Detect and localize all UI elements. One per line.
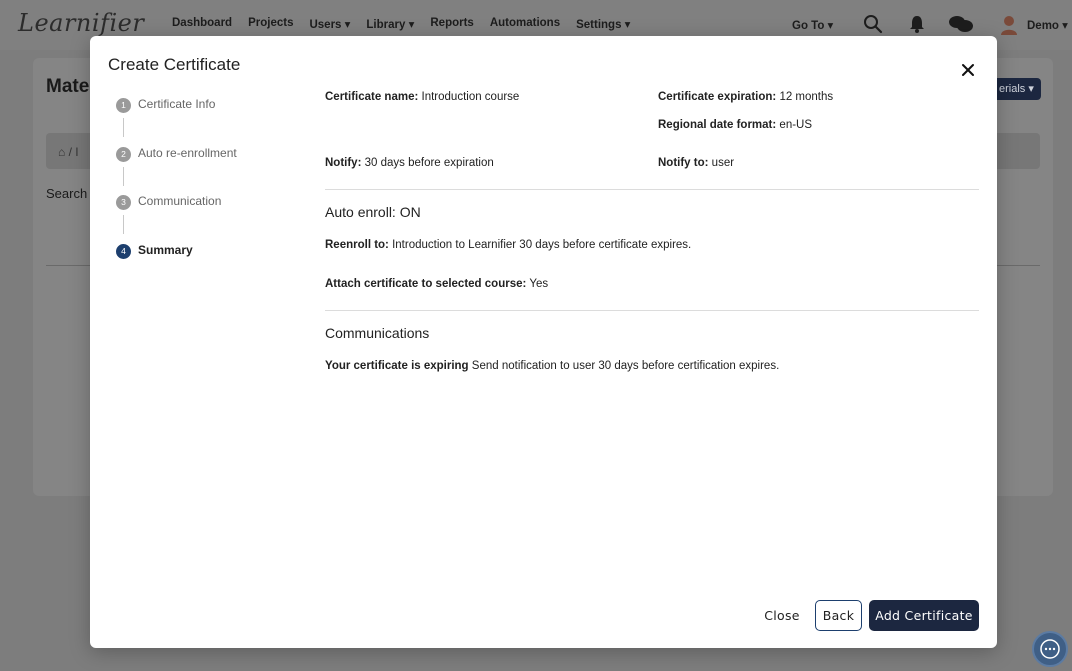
close-icon[interactable] xyxy=(958,60,978,80)
notify-row: Notify: 30 days before expiration xyxy=(325,157,494,169)
nav-users[interactable]: Users ▾ xyxy=(309,17,350,31)
divider xyxy=(325,189,979,190)
step-number: 3 xyxy=(116,195,131,210)
breadcrumb-text[interactable]: ⌂ / I xyxy=(58,145,79,159)
main-nav: Dashboard Projects Users ▾ Library ▾ Rep… xyxy=(172,17,630,31)
certificate-name-label: Certificate name: xyxy=(325,91,419,103)
notify-label: Notify: xyxy=(325,157,362,169)
goto-menu[interactable]: Go To ▾ xyxy=(792,18,833,32)
close-button[interactable]: Close xyxy=(760,600,804,631)
create-certificate-modal: Create Certificate 1 Certificate Info 2 … xyxy=(90,36,997,648)
chat-bubble-icon xyxy=(1040,639,1060,659)
date-format-label: Regional date format: xyxy=(658,119,777,131)
notify-to-label: Notify to: xyxy=(658,157,709,169)
certificate-expiration-row: Certificate expiration: 12 months xyxy=(658,91,833,103)
reenroll-label: Reenroll to: xyxy=(325,239,389,251)
step-label: Summary xyxy=(138,242,193,257)
date-format-row: Regional date format: en-US xyxy=(658,119,812,131)
certificate-name-value: Introduction course xyxy=(421,91,520,103)
nav-settings[interactable]: Settings ▾ xyxy=(576,17,630,31)
auto-enroll-heading: Auto enroll: ON xyxy=(325,204,421,220)
communication-label: Your certificate is expiring xyxy=(325,360,469,372)
communication-value: Send notification to user 30 days before… xyxy=(471,360,780,372)
nav-automations[interactable]: Automations xyxy=(490,17,560,31)
user-menu[interactable]: Demo ▾ xyxy=(1027,18,1068,32)
avatar[interactable] xyxy=(998,13,1020,35)
search-label: Search xyxy=(46,186,88,201)
nav-library[interactable]: Library ▾ xyxy=(366,17,414,31)
nav-projects[interactable]: Projects xyxy=(248,17,293,31)
step-connector xyxy=(123,215,124,234)
modal-title: Create Certificate xyxy=(108,55,241,74)
date-format-value: en-US xyxy=(779,119,813,131)
learnifier-logo[interactable]: Learnifier xyxy=(18,9,144,37)
attach-label: Attach certificate to selected course: xyxy=(325,278,527,290)
step-label: Auto re-enrollment xyxy=(138,145,237,160)
notify-value: 30 days before expiration xyxy=(364,157,494,169)
step-connector xyxy=(123,118,124,137)
step-label: Communication xyxy=(138,194,222,208)
back-button[interactable]: Back xyxy=(815,600,862,631)
step-number: 4 xyxy=(116,243,131,259)
expiration-value: 12 months xyxy=(779,91,834,103)
bell-icon[interactable] xyxy=(906,13,928,35)
search-icon[interactable] xyxy=(862,13,884,35)
attach-certificate-row: Attach certificate to selected course: Y… xyxy=(325,278,548,290)
step-label: Certificate Info xyxy=(138,97,216,111)
notify-to-value: user xyxy=(711,157,735,169)
step-connector xyxy=(123,166,124,186)
step-number: 1 xyxy=(116,98,131,113)
page-title: Mate xyxy=(46,76,90,97)
divider xyxy=(325,310,979,311)
certificate-name-row: Certificate name: Introduction course xyxy=(325,91,519,103)
reenroll-value: Introduction to Learnifier 30 days befor… xyxy=(392,239,692,251)
attach-value: Yes xyxy=(529,278,549,290)
reenroll-row: Reenroll to: Introduction to Learnifier … xyxy=(325,239,691,251)
chat-icon[interactable] xyxy=(948,13,974,35)
communication-row: Your certificate is expiring Send notifi… xyxy=(325,360,779,372)
communications-heading: Communications xyxy=(325,325,430,341)
add-certificate-button[interactable]: Add Certificate xyxy=(869,600,979,631)
notify-to-row: Notify to: user xyxy=(658,157,734,169)
nav-reports[interactable]: Reports xyxy=(430,17,473,31)
support-chat-button[interactable] xyxy=(1032,631,1068,667)
step-number: 2 xyxy=(116,146,131,162)
expiration-label: Certificate expiration: xyxy=(658,91,777,103)
nav-dashboard[interactable]: Dashboard xyxy=(172,17,232,31)
